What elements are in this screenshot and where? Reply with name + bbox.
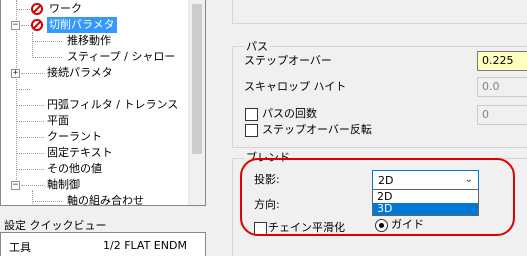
- tree-item-coolant[interactable]: クーラント: [1, 129, 181, 145]
- tree-item-label: ワーク: [49, 2, 82, 15]
- reverse-stepover-label: ステップオーバー反転: [262, 123, 372, 136]
- tree-item-axis-combination[interactable]: 軸の組み合わせ: [1, 193, 181, 206]
- tree-connector: [32, 41, 62, 42]
- tree-connector: [21, 185, 45, 186]
- passes-input[interactable]: 0: [477, 105, 527, 125]
- passes-label: パスの回数: [262, 107, 317, 120]
- collapse-icon[interactable]: −: [11, 181, 20, 190]
- parameter-tree[interactable]: ワーク − 切削パラメタ 推移動作 スティープ / シャロー + 接続パラメタ …: [0, 0, 206, 206]
- tree-connector: [16, 137, 44, 138]
- tree-item-label: 円弧フィルタ / トレランス: [47, 98, 179, 111]
- tree-item-arc-filter[interactable]: 円弧フィルタ / トレランス: [1, 97, 181, 113]
- tree-connector: [16, 169, 44, 170]
- tree-item-label: 軸の組み合わせ: [67, 194, 144, 206]
- stepover-label: ステップオーバー: [244, 54, 332, 67]
- scrollbar-thumb[interactable]: [192, 4, 202, 154]
- tree-connector: [16, 9, 30, 10]
- pass-group-title: パス: [244, 40, 270, 53]
- tree-item-steep-shallow[interactable]: スティープ / シャロー: [1, 49, 181, 65]
- reverse-stepover-checkbox[interactable]: [245, 124, 258, 137]
- tree-item-label: クーラント: [47, 130, 102, 143]
- tree-connector: [21, 25, 31, 26]
- error-icon: [31, 3, 43, 15]
- tree-item-label: 接続パラメタ: [47, 66, 113, 79]
- quick-view-panel: 工具 1/2 FLAT ENDM: [0, 232, 206, 256]
- highlight-annotation: [240, 158, 515, 236]
- tree-item-label: 平面: [47, 114, 69, 127]
- passes-checkbox[interactable]: [245, 108, 258, 121]
- stepover-input[interactable]: 0.225: [477, 51, 527, 71]
- tree-connector: [21, 73, 45, 74]
- tree-item-label: その他の値: [47, 162, 102, 175]
- tree-item-label: 推移動作: [67, 34, 111, 47]
- tree-scrollbar[interactable]: [188, 0, 205, 205]
- quick-view-key: 工具: [9, 241, 31, 254]
- quick-view-value: 1/2 FLAT ENDM: [103, 239, 187, 252]
- expand-icon[interactable]: +: [11, 69, 20, 78]
- tree-connector: [16, 153, 44, 154]
- tree-item-transition[interactable]: 推移動作: [1, 33, 181, 49]
- tree-connector: [16, 121, 44, 122]
- top-group-box: [232, 0, 527, 24]
- tree-connector: [16, 89, 30, 90]
- tree-item-axis-control[interactable]: − 軸制御: [1, 177, 181, 193]
- collapse-icon[interactable]: −: [11, 21, 20, 30]
- tree-item-label: 切削パラメタ: [47, 17, 117, 33]
- tree-item-label: 軸制御: [47, 178, 80, 191]
- tree-item-cut-params[interactable]: − 切削パラメタ: [1, 17, 181, 33]
- scallop-input[interactable]: 0.0: [477, 77, 527, 97]
- tree-item-link-params[interactable]: + 接続パラメタ: [1, 65, 181, 81]
- tree-item-planes[interactable]: 平面: [1, 113, 181, 129]
- tree-item-misc-values[interactable]: その他の値: [1, 161, 181, 177]
- quick-view-title: 設定 クイックビュー: [4, 219, 107, 232]
- tree-connector: [32, 201, 62, 202]
- tree-item-blank: [1, 81, 181, 97]
- tree-connector: [16, 105, 44, 106]
- tree-item-label: スティープ / シャロー: [67, 50, 176, 63]
- tree-connector: [32, 57, 62, 58]
- error-icon: [31, 19, 43, 31]
- tree-item-canned-text[interactable]: 固定テキスト: [1, 145, 181, 161]
- scallop-label: スキャロップ ハイト: [244, 80, 347, 93]
- tree-item-work[interactable]: ワーク: [1, 1, 181, 17]
- tree-item-label: 固定テキスト: [47, 146, 113, 159]
